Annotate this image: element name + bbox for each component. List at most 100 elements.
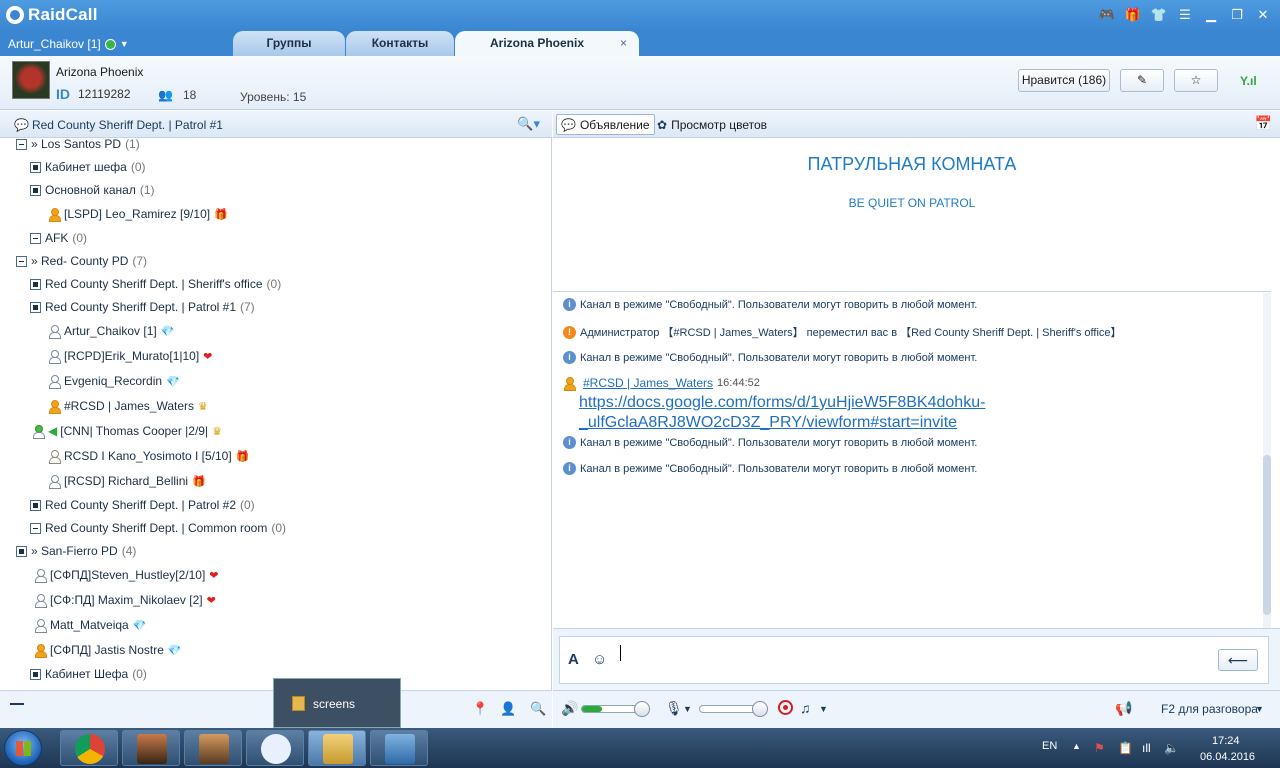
speaker-volume-icon[interactable]: 🔊 <box>561 700 578 717</box>
tree-item-room[interactable]: Red County Sheriff Dept. | Sheriff's off… <box>30 274 281 294</box>
collapse-icon[interactable] <box>16 138 27 150</box>
collapse-all-button[interactable] <box>10 703 24 705</box>
collapse-icon[interactable] <box>30 232 41 244</box>
tree-item-room[interactable]: AFK (0) <box>30 228 87 248</box>
shirt-icon[interactable]: 👕 <box>1150 6 1168 24</box>
user-icon[interactable]: 👤 <box>500 701 516 717</box>
microphone-volume-slider[interactable] <box>699 701 768 717</box>
tree-item-user[interactable]: Evgeniq_Recordin 💎 <box>48 371 180 391</box>
flag-icon[interactable]: ⚑ <box>1094 741 1105 755</box>
tree-item-user[interactable]: [СФ:ПД] Maxim_Nikolaev [2] ❤ <box>34 590 216 610</box>
minimize-icon[interactable]: ▁ <box>1202 6 1220 24</box>
message-input[interactable]: A ☺ ⟵ <box>559 636 1269 684</box>
tab-close-icon[interactable]: × <box>620 31 627 56</box>
chevron-down-icon[interactable]: ▼ <box>1255 704 1264 714</box>
tree-item-room[interactable]: Основной канал (1) <box>30 180 155 200</box>
like-button[interactable]: Нравится (186) <box>1018 69 1110 92</box>
chevron-down-icon[interactable]: ▼ <box>683 704 692 714</box>
network-icon[interactable]: ıll <box>1142 741 1151 755</box>
language-indicator[interactable]: EN <box>1042 740 1057 752</box>
chat-message-author[interactable]: #RCSD | James_Waters <box>583 376 713 390</box>
send-button[interactable]: ⟵ <box>1218 649 1258 671</box>
tree-item-user[interactable]: [RCSD] Richard_Bellini 🎁 <box>48 471 206 491</box>
chevron-down-icon[interactable]: ▼ <box>120 39 129 49</box>
tree-item-user[interactable]: [СФПД]Steven_Hustley[2/10] ❤ <box>34 565 219 585</box>
taskbar-app-1[interactable] <box>122 730 180 766</box>
tree-item-label: Кабинет шефа <box>45 160 127 174</box>
tree-item-user[interactable]: #RCSD | James_Waters ♛ <box>48 396 208 416</box>
gamepad-icon[interactable]: 🎮 <box>1098 6 1116 24</box>
clock-time[interactable]: 17:24 <box>1212 735 1240 747</box>
tree-item-room[interactable]: Red County Sheriff Dept. | Common room (0… <box>30 518 286 538</box>
tab-contacts[interactable]: Контакты <box>346 31 454 56</box>
message-text: Канал в режиме "Свободный". Пользователи… <box>580 436 978 449</box>
tree-item-user[interactable]: RCSD I Kano_Yosimoto I [5/10] 🎁 <box>48 446 249 466</box>
channel-avatar[interactable] <box>12 61 50 99</box>
close-icon[interactable]: ✕ <box>1254 6 1272 24</box>
tree-item-user[interactable]: ◀ [CNN| Thomas Cooper |2/9| ♛ <box>32 421 222 441</box>
tree-item-room[interactable]: Red County Sheriff Dept. | Patrol #2 (0) <box>30 495 255 515</box>
diamond-badge-icon: 💎 <box>132 619 147 632</box>
announce-tab[interactable]: 💬 Объявление <box>556 114 655 135</box>
tree-item-group[interactable]: » San-Fierro PD (4) <box>16 541 136 561</box>
start-button[interactable] <box>4 730 42 766</box>
maximize-icon[interactable]: ❐ <box>1228 6 1246 24</box>
colors-tab[interactable]: ✿ Просмотр цветов <box>653 114 771 135</box>
taskbar-app-2[interactable] <box>184 730 242 766</box>
tree-item-user[interactable]: Artur_Chaikov [1]💎📍 <box>48 321 538 341</box>
tree-item-count: (0) <box>132 667 147 681</box>
taskbar-thumbnail-popup[interactable]: screens <box>273 678 401 728</box>
admin-user-icon <box>48 399 61 414</box>
chat-scrollbar-thumb[interactable] <box>1263 455 1271 615</box>
speaker-volume-slider[interactable] <box>581 701 650 717</box>
star-icon: ☆ <box>1190 73 1202 87</box>
push-to-talk-label[interactable]: F2 для разговора <box>1161 702 1258 716</box>
collapse-icon[interactable] <box>30 522 41 534</box>
tree-item-user[interactable]: [LSPD] Leo_Ramirez [9/10] 🎁 <box>48 204 228 224</box>
tray-expand-icon[interactable]: ▲ <box>1072 741 1081 751</box>
font-format-icon[interactable]: A <box>568 651 579 668</box>
favorite-button[interactable]: ☆ <box>1174 69 1218 92</box>
tree-item-group[interactable]: » Los Santos PD (1) <box>16 138 140 154</box>
user-icon <box>48 474 61 489</box>
menu-icon[interactable]: ☰ <box>1176 6 1194 24</box>
emoji-icon[interactable]: ☺ <box>592 651 607 668</box>
clipboard-icon[interactable]: 📋 <box>1118 741 1133 755</box>
user-status[interactable]: Artur_Chaikov [1] ▼ <box>8 37 129 51</box>
taskbar-photos[interactable] <box>370 730 428 766</box>
tree-item-room[interactable]: Кабинет Шефа (0) <box>30 664 147 684</box>
chat-message-link[interactable]: https://docs.google.com/forms/d/1yuHjieW… <box>579 393 1039 433</box>
chat-scrollbar[interactable] <box>1263 293 1271 628</box>
popup-item[interactable]: screens <box>292 696 355 711</box>
megaphone-icon[interactable]: 📢 <box>1115 700 1132 717</box>
tree-item-user[interactable]: Matt_Matveiqa 💎 <box>34 615 146 635</box>
taskbar-raidcall[interactable] <box>246 730 304 766</box>
search-icon[interactable]: 🔍 <box>530 701 546 717</box>
tab-arizona-phoenix[interactable]: Arizona Phoenix × <box>455 31 639 56</box>
tree-item-room[interactable]: Кабинет шефа (0) <box>30 157 146 177</box>
taskbar-explorer[interactable] <box>308 730 366 766</box>
online-status-icon <box>104 38 116 50</box>
calendar-icon[interactable]: 📅 <box>1255 115 1272 132</box>
music-icon[interactable]: ♫ <box>800 700 811 716</box>
app-logo: RaidCall <box>6 5 98 25</box>
tree-item-label: Red County Sheriff Dept. | Common room <box>45 521 268 535</box>
microphone-volume-knob[interactable] <box>752 701 768 717</box>
location-pin-icon[interactable]: 📍 <box>472 701 488 717</box>
clock-date[interactable]: 06.04.2016 <box>1200 751 1255 763</box>
tab-groups[interactable]: Группы <box>233 31 345 56</box>
tree-item-user[interactable]: [СФПД] Jastis Nostre 💎 <box>34 640 182 660</box>
search-users-icon[interactable]: 🔍▾ <box>517 116 540 132</box>
volume-icon[interactable]: 🔈 <box>1164 741 1179 755</box>
tree-item-user[interactable]: [RCPD]Erik_Murato[1|10] ❤ <box>48 346 212 366</box>
chevron-down-icon[interactable]: ▼ <box>819 704 828 714</box>
collapse-icon[interactable] <box>16 255 27 267</box>
gift-icon[interactable]: 🎁 <box>1124 6 1142 24</box>
tree-item-room[interactable]: Red County Sheriff Dept. | Patrol #1 (7) <box>30 297 255 317</box>
speaker-volume-knob[interactable] <box>634 701 650 717</box>
tree-item-group[interactable]: » Red- County PD (7) <box>16 251 147 271</box>
microphone-icon[interactable]: 🎙 <box>665 700 683 717</box>
taskbar-chrome[interactable] <box>60 730 118 766</box>
edit-profile-button[interactable]: ✎ <box>1120 69 1164 92</box>
record-icon[interactable] <box>778 700 793 715</box>
